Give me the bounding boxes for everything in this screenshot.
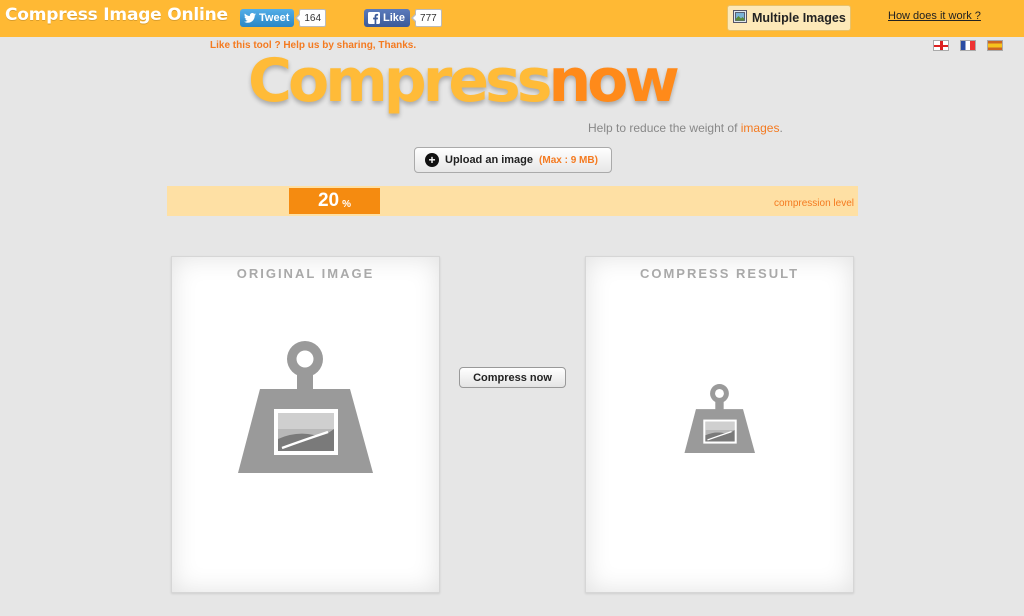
tagline: Help to reduce the weight of images.: [588, 121, 783, 135]
compress-result-panel: COMPRESS RESULT: [585, 256, 854, 593]
multiple-images-button[interactable]: Multiple Images: [727, 5, 851, 31]
upload-label: Upload an image: [445, 154, 534, 166]
tweet-widget: Tweet 164: [240, 9, 327, 27]
multiple-images-label: Multiple Images: [752, 11, 846, 25]
weight-image-small-icon: [684, 384, 755, 453]
gallery-icon: [733, 10, 747, 26]
plus-circle-icon: +: [425, 153, 439, 167]
compress-now-button[interactable]: Compress now: [459, 367, 566, 388]
compression-level-handle[interactable]: 20 %: [289, 188, 380, 214]
flag-fr-icon[interactable]: [960, 40, 976, 51]
flag-es-icon[interactable]: [987, 40, 1003, 51]
tagline-suffix: .: [779, 121, 783, 135]
original-image-panel[interactable]: ORIGINAL IMAGE: [171, 256, 440, 593]
tagline-prefix: Help to reduce the weight of: [588, 121, 741, 135]
original-image-title: ORIGINAL IMAGE: [236, 266, 375, 281]
like-count: 777: [411, 9, 442, 27]
tweet-count: 164: [295, 9, 327, 27]
tagline-highlight: images: [740, 121, 780, 135]
language-switcher: [933, 40, 1003, 51]
like-button[interactable]: Like: [364, 9, 411, 27]
logo-part-compress: Compress: [248, 46, 552, 116]
compressnow-logo: Compressnow: [248, 46, 680, 116]
tweet-label: Tweet: [259, 12, 290, 24]
logo-part-now: now: [548, 46, 679, 116]
compression-level-label: compression level: [773, 198, 854, 209]
compression-unit: %: [342, 198, 352, 210]
upload-size-limit: (Max : 9 MB): [539, 154, 598, 166]
site-title[interactable]: Compress Image Online: [5, 5, 228, 25]
weight-image-icon: [238, 341, 373, 473]
like-label: Like: [383, 12, 406, 24]
twitter-bird-icon: [244, 12, 256, 24]
flag-en-icon[interactable]: [933, 40, 949, 51]
how-it-works-link[interactable]: How does it work ?: [888, 10, 981, 22]
like-widget: Like 777: [364, 9, 442, 27]
upload-image-button[interactable]: + Upload an image (Max : 9 MB): [414, 147, 612, 173]
compress-result-title: COMPRESS RESULT: [639, 266, 800, 281]
tweet-button[interactable]: Tweet: [240, 9, 295, 27]
compression-level-slider[interactable]: 20 % compression level: [167, 186, 858, 216]
compression-value: 20: [317, 190, 340, 211]
top-bar: Compress Image Online Tweet 164 Like 777: [0, 0, 1024, 37]
facebook-icon: [368, 12, 380, 24]
